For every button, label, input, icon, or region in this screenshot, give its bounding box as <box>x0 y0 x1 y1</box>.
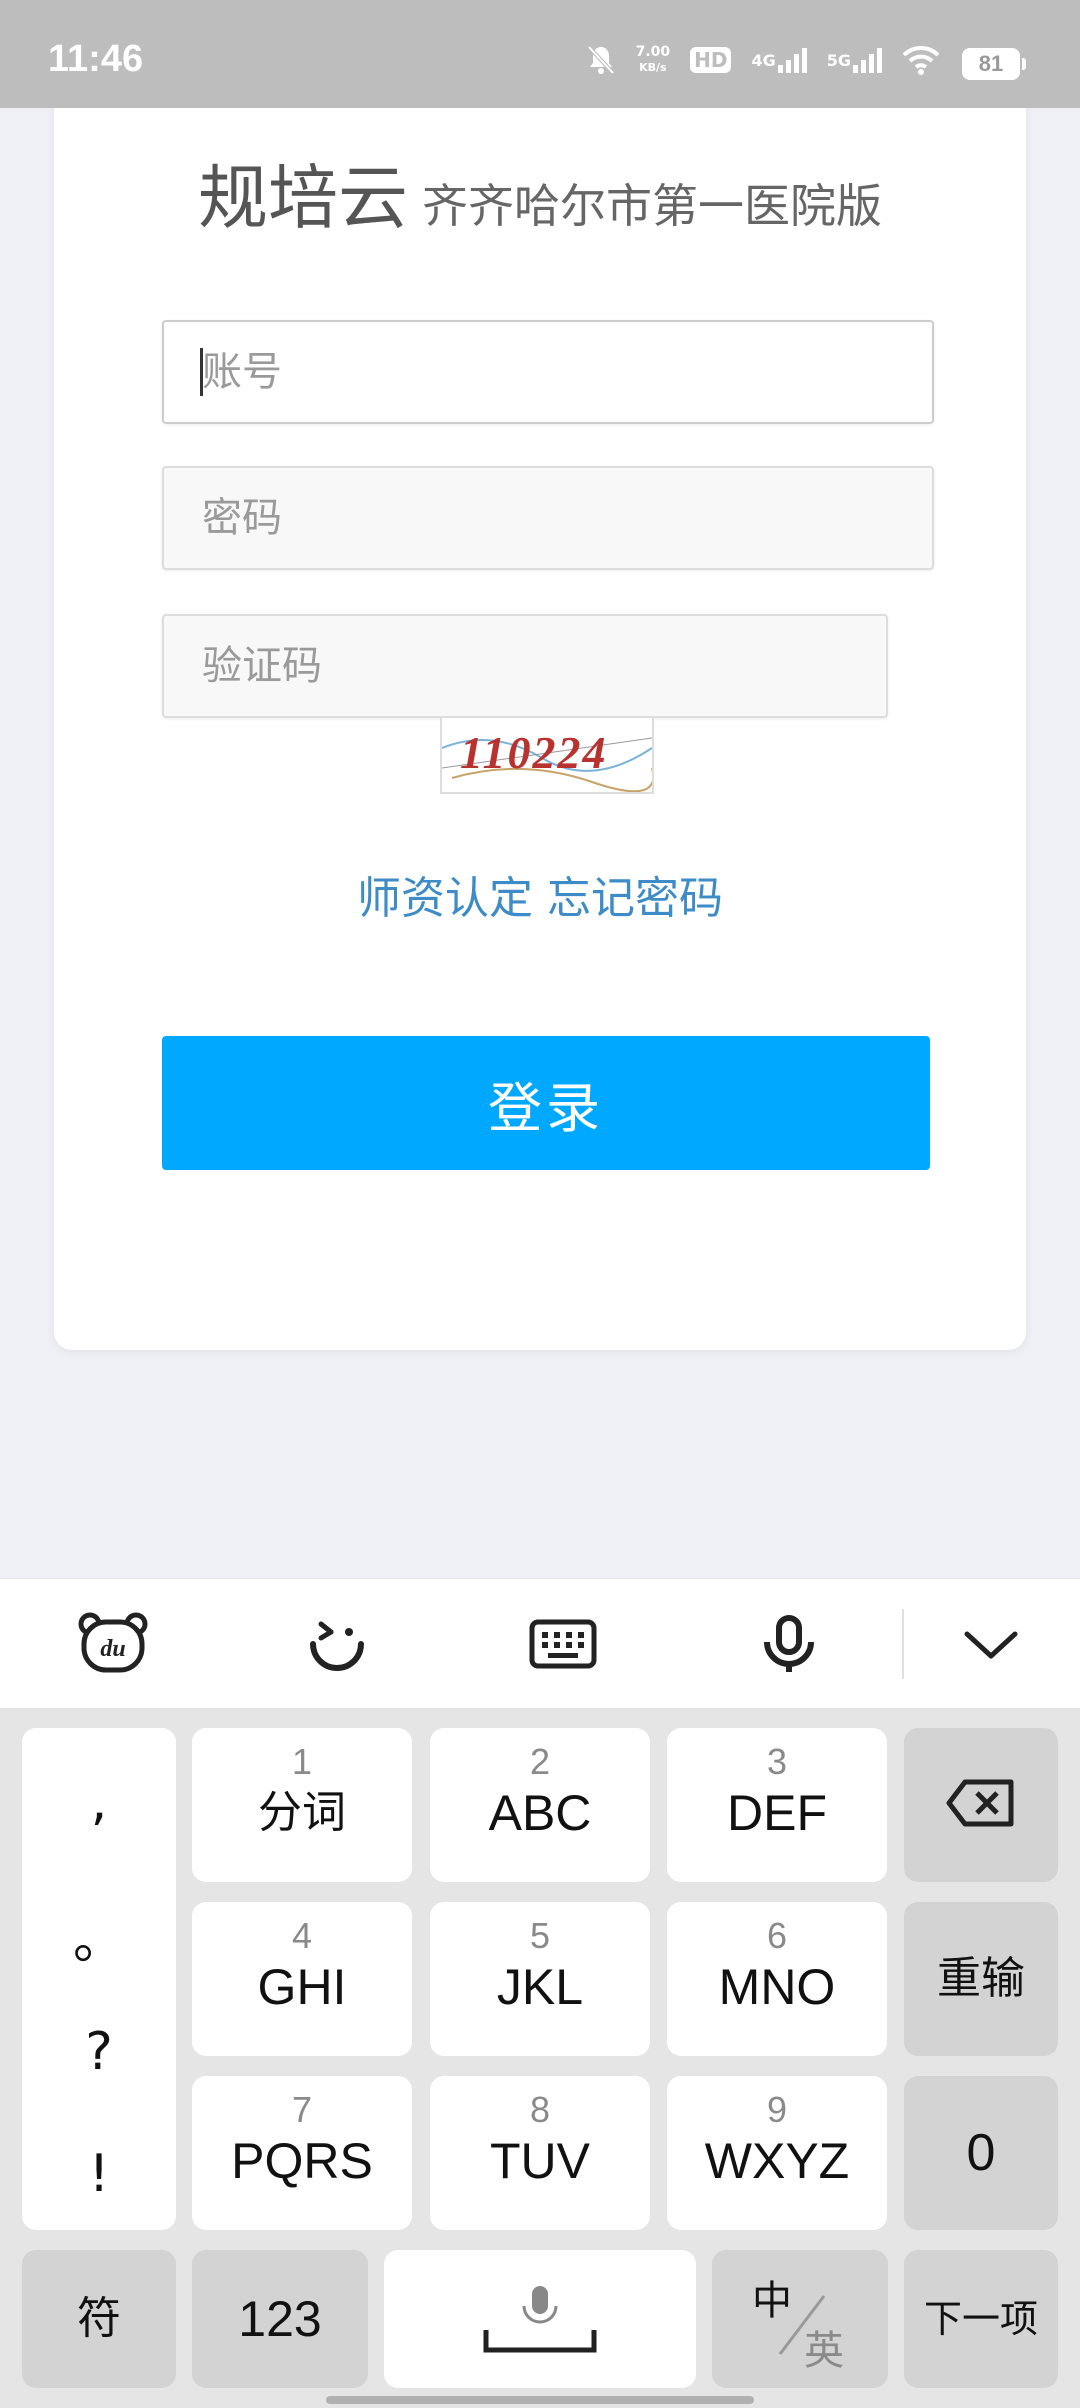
key-number: 3 <box>766 1741 788 1782</box>
key-number: 2 <box>529 1741 551 1782</box>
key-label: ABC <box>488 1785 592 1841</box>
battery-icon: 81 <box>962 48 1026 80</box>
net-speed-unit: KB/s <box>639 61 667 74</box>
app-title: 规培云 <box>198 157 408 239</box>
captcha-field[interactable] <box>162 614 888 718</box>
punct-exclaim-key[interactable]: ! <box>22 2144 176 2204</box>
punct-period-key[interactable]: 。 <box>22 1898 176 1973</box>
key-label: PQRS <box>231 2133 373 2189</box>
captcha-input[interactable] <box>164 616 886 716</box>
keyboard-toolbar: du <box>0 1578 1080 1709</box>
symbols-key[interactable]: 符 <box>22 2250 176 2388</box>
wifi-icon <box>902 45 940 75</box>
password-input[interactable] <box>164 468 932 568</box>
retype-key[interactable]: 重输 <box>904 1902 1058 2056</box>
punct-comma-key[interactable]: , <box>22 1772 176 1832</box>
svg-text:du: du <box>100 1636 125 1662</box>
account-input[interactable] <box>164 322 932 422</box>
key-label: WXYZ <box>704 2133 850 2189</box>
app-subtitle: 齐齐哈尔市第一医院版 <box>422 179 882 233</box>
keyboard-icon[interactable] <box>526 1607 600 1681</box>
net-speed-value: 7.00 <box>635 44 671 60</box>
teacher-cert-link[interactable]: 师资认定 <box>357 873 533 924</box>
punct-question-key[interactable]: ? <box>22 2022 176 2082</box>
key-number: 7 <box>291 2089 313 2130</box>
links-row: 师资认定 忘记密码 <box>0 862 1080 926</box>
du-logo-icon[interactable]: du <box>76 1607 150 1681</box>
login-button[interactable]: 登录 <box>162 1036 930 1170</box>
emoji-icon[interactable] <box>300 1607 374 1681</box>
key-number: 9 <box>766 2089 788 2130</box>
language-switch-key[interactable]: 中 英 <box>712 2250 888 2388</box>
forgot-password-link[interactable]: 忘记密码 <box>547 873 723 924</box>
key-number: 5 <box>529 1915 551 1956</box>
key-label: MNO <box>718 1959 836 2015</box>
hd-icon: HD <box>690 47 732 73</box>
status-time: 11:46 <box>48 38 144 80</box>
captcha-text: 110224 <box>460 727 608 778</box>
key-label: GHI <box>257 1959 347 2015</box>
microphone-icon[interactable] <box>752 1607 826 1681</box>
key-label: TUV <box>490 2133 590 2189</box>
sim2-label: 5G <box>826 50 851 70</box>
space-mic-icon <box>483 2286 597 2353</box>
space-key[interactable] <box>384 2250 696 2388</box>
key-2[interactable]: 2 ABC <box>430 1728 650 1882</box>
next-label: 下一项 <box>923 2297 1038 2341</box>
cellular-5g-icon: 5G <box>827 47 882 73</box>
key-7[interactable]: 7 PQRS <box>192 2076 412 2230</box>
captcha-image[interactable]: 110224 <box>440 716 654 794</box>
key-1[interactable]: 1 分词 <box>192 1728 412 1882</box>
toolbar-separator <box>902 1609 904 1679</box>
key-label: 分词 <box>258 1787 346 1838</box>
key-0[interactable]: 0 <box>904 2076 1058 2230</box>
key-6[interactable]: 6 MNO <box>667 1902 887 2056</box>
key-number: 4 <box>291 1915 313 1956</box>
numbers-key[interactable]: 123 <box>192 2250 368 2388</box>
chevron-down-icon[interactable] <box>954 1607 1028 1681</box>
symbols-label: 符 <box>77 2293 121 2344</box>
backspace-icon <box>946 1779 1014 1827</box>
text-caret <box>200 348 203 396</box>
app-header: 规培云 齐齐哈尔市第一医院版 <box>0 142 1080 243</box>
cellular-4g-icon: 4G <box>751 47 807 73</box>
home-indicator[interactable] <box>326 2396 754 2404</box>
status-icons: 7.00 KB/s HD 4G 5G <box>586 40 940 80</box>
bell-off-icon <box>586 44 616 76</box>
account-field[interactable] <box>162 320 934 424</box>
key-9[interactable]: 9 WXYZ <box>667 2076 887 2230</box>
key-label: DEF <box>727 1785 827 1841</box>
key-3[interactable]: 3 DEF <box>667 1728 887 1882</box>
punctuation-column: , 。 ? ! <box>22 1728 176 2230</box>
key-4[interactable]: 4 GHI <box>192 1902 412 2056</box>
sim1-label: 4G <box>751 50 776 70</box>
keyboard: , 。 ? ! 1 分词 2 ABC 3 DEF 4 GHI 5 JKL 6 M… <box>0 1708 1080 2408</box>
key-number: 8 <box>529 2089 551 2130</box>
key-label: JKL <box>496 1959 584 2015</box>
password-field[interactable] <box>162 466 934 570</box>
key-number: 6 <box>766 1915 788 1956</box>
status-bar: 11:46 7.00 KB/s HD 4G 5G 81 <box>0 0 1080 108</box>
key-5[interactable]: 5 JKL <box>430 1902 650 2056</box>
retype-label: 重输 <box>937 1953 1025 2004</box>
backspace-key[interactable] <box>904 1728 1058 1882</box>
key-number: 1 <box>291 1741 313 1782</box>
key-8[interactable]: 8 TUV <box>430 2076 650 2230</box>
lang-en-label: 英 <box>804 2328 844 2374</box>
net-speed: 7.00 KB/s <box>636 45 671 75</box>
next-key[interactable]: 下一项 <box>904 2250 1058 2388</box>
